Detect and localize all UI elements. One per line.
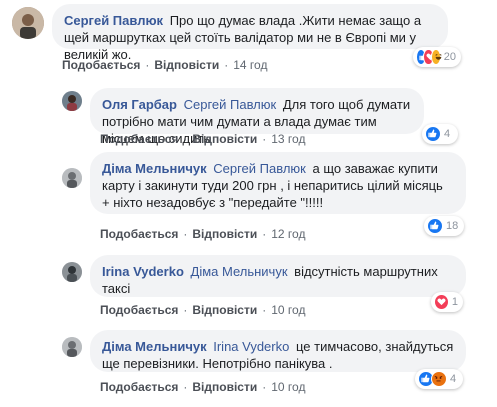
comment-author[interactable]: Сергей Павлюк	[64, 13, 163, 28]
mention-link[interactable]: Irina Vyderko	[213, 339, 289, 354]
reaction-count: 20	[443, 51, 456, 63]
comment-author[interactable]: Діма Мельничук	[102, 161, 207, 176]
mention-link[interactable]: Сергей Павлюк	[184, 97, 277, 112]
like-link[interactable]: Подобається	[100, 227, 178, 241]
comment-timestamp[interactable]: 10 год	[271, 303, 305, 317]
comment-actions: Подобається · Відповісти · 13 год	[100, 132, 306, 146]
mention-link[interactable]: Сергей Павлюк	[213, 161, 306, 176]
heart-icon	[434, 294, 449, 310]
avatar[interactable]	[62, 337, 82, 357]
comment-actions: Подобається · Відповісти · 10 год	[100, 303, 306, 317]
comment-actions: Подобається · Відповісти · 10 год	[100, 380, 306, 394]
reaction-count: 1	[451, 296, 458, 308]
like-link[interactable]: Подобається	[62, 58, 140, 72]
reply-link[interactable]: Відповісти	[192, 227, 257, 241]
comment-author[interactable]: Irina Vyderko	[102, 264, 184, 279]
avatar[interactable]	[62, 262, 82, 282]
thumbs-up-icon	[425, 126, 441, 142]
comment-bubble: Irina Vyderko Діма Мельничук відсутність…	[90, 255, 466, 297]
avatar[interactable]	[62, 91, 82, 111]
comment-author[interactable]: Оля Гарбар	[102, 97, 177, 112]
comment-timestamp[interactable]: 13 год	[271, 132, 305, 146]
reply-link[interactable]: Відповісти	[192, 380, 257, 394]
avatar[interactable]	[12, 7, 44, 39]
angry-face-icon	[431, 371, 447, 387]
reply-link[interactable]: Відповісти	[192, 132, 257, 146]
like-link[interactable]: Подобається	[100, 380, 178, 394]
reaction-summary[interactable]: 4	[415, 369, 463, 389]
comment-timestamp[interactable]: 12 год	[271, 227, 305, 241]
comment-author[interactable]: Діма Мельничук	[102, 339, 207, 354]
comment-actions: Подобається · Відповісти · 14 год	[62, 58, 268, 72]
reaction-count: 4	[444, 128, 451, 140]
reaction-count: 4	[450, 373, 457, 385]
comment-bubble: Оля Гарбар Сергей Павлюк Для того щоб ду…	[90, 88, 424, 146]
reply-link[interactable]: Відповісти	[154, 58, 219, 72]
comment-bubble: Сергей Павлюк Про що думає влада .Жити н…	[52, 4, 448, 62]
comment-timestamp[interactable]: 14 год	[233, 58, 267, 72]
reaction-count: 18	[446, 220, 459, 232]
comment-bubble: Діма Мельничук Сергей Павлюк а що заважа…	[90, 152, 466, 214]
like-link[interactable]: Подобається	[100, 132, 178, 146]
laughing-face-icon	[430, 49, 442, 65]
reaction-summary[interactable]: 4	[422, 124, 458, 144]
like-link[interactable]: Подобається	[100, 303, 178, 317]
reaction-summary[interactable]: 18	[424, 216, 464, 236]
comment-timestamp[interactable]: 10 год	[271, 380, 305, 394]
reaction-summary[interactable]: 1	[431, 292, 463, 312]
comment-actions: Подобається · Відповісти · 12 год	[100, 227, 306, 241]
mention-link[interactable]: Діма Мельничук	[191, 264, 288, 279]
reaction-summary[interactable]: 20	[413, 47, 461, 67]
reply-link[interactable]: Відповісти	[192, 303, 257, 317]
comment-bubble: Діма Мельничук Irina Vyderko це тимчасов…	[90, 330, 466, 372]
thumbs-up-icon	[427, 218, 443, 234]
avatar[interactable]	[62, 168, 82, 188]
